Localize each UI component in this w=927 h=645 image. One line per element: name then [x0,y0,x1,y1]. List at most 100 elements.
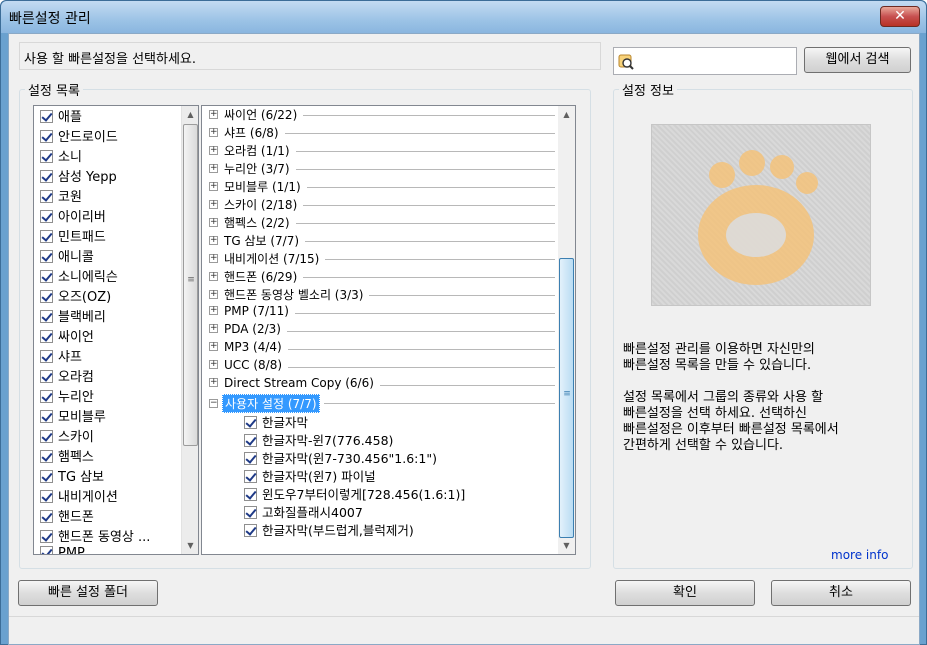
group-list-scrollbar[interactable]: ▲ ≡ ▼ [181,106,198,554]
expand-icon[interactable]: + [209,218,218,227]
expand-icon[interactable]: + [209,146,218,155]
checkbox-checked[interactable] [40,230,53,243]
group-checklist-item[interactable]: 오즈(OZ) [34,286,198,306]
cancel-button[interactable]: 취소 [771,580,911,606]
checkbox-checked[interactable] [40,110,53,123]
checkbox-checked[interactable] [40,510,53,523]
close-button[interactable]: ✕ [880,6,920,27]
group-checklist-item[interactable]: 애플 [34,106,198,126]
expand-icon[interactable]: + [209,200,218,209]
checkbox-checked[interactable] [40,190,53,203]
tree-scroll-down-arrow[interactable]: ▼ [558,537,575,554]
checkbox-checked[interactable] [244,488,257,501]
expand-icon[interactable]: + [209,360,218,369]
scroll-thumb[interactable]: ≡ [183,124,198,446]
tree-node[interactable]: + 모비블루 (1/1) [202,178,575,196]
group-checklist-item[interactable]: 샤프 [34,346,198,366]
checkbox-checked[interactable] [40,470,53,483]
search-box[interactable] [613,47,797,75]
checkbox-checked[interactable] [40,130,53,143]
tree-node[interactable]: + PDA (2/3) [202,322,575,340]
group-checklist-item[interactable]: 블랙베리 [34,306,198,326]
group-checklist-item[interactable]: 스카이 [34,426,198,446]
tree-node[interactable]: + 누리안 (3/7) [202,160,575,178]
tree-node[interactable]: + TG 삼보 (7/7) [202,232,575,250]
tree-node[interactable]: + 스카이 (2/18) [202,196,575,214]
expand-icon[interactable]: + [209,182,218,191]
group-checklist-item[interactable]: 애니콜 [34,246,198,266]
search-input[interactable] [638,51,794,71]
group-checklist-item[interactable]: PMP [34,546,198,554]
checkbox-checked[interactable] [40,430,53,443]
expand-icon[interactable]: + [209,342,218,351]
expand-icon[interactable]: + [209,324,218,333]
expand-icon[interactable]: + [209,306,218,315]
checkbox-checked[interactable] [244,470,257,483]
checkbox-checked[interactable] [40,450,53,463]
scroll-up-arrow[interactable]: ▲ [182,106,198,123]
expand-icon[interactable]: + [209,164,218,173]
tree-node[interactable]: + 핸드폰 (6/29) [202,268,575,286]
group-checklist-item[interactable]: 햄펙스 [34,446,198,466]
group-checklist-item[interactable]: 싸이언 [34,326,198,346]
checkbox-checked[interactable] [40,530,53,543]
group-checklist-item[interactable]: 핸드폰 동영상 ... [34,526,198,546]
tree-child-item[interactable]: 한글자막(부드럽게,블럭제거) [202,520,575,538]
group-checklist-item[interactable]: 안드로이드 [34,126,198,146]
checkbox-checked[interactable] [244,506,257,519]
tree-scrollbar[interactable]: ▲ ≡ ▼ [558,106,575,554]
group-checklist-item[interactable]: 모비블루 [34,406,198,426]
checkbox-checked[interactable] [40,390,53,403]
checkbox-checked[interactable] [40,490,53,503]
checkbox-checked[interactable] [40,290,53,303]
group-checklist-item[interactable]: 누리안 [34,386,198,406]
tree-child-item[interactable]: 한글자막 [202,412,575,430]
checkbox-checked[interactable] [244,416,257,429]
expand-icon[interactable]: + [209,290,218,299]
checkbox-checked[interactable] [40,270,53,283]
group-checklist-item[interactable]: 민트패드 [34,226,198,246]
tree-child-item[interactable]: 고화질플래시4007 [202,502,575,520]
tree-node[interactable]: + 햄펙스 (2/2) [202,214,575,232]
checkbox-checked[interactable] [40,350,53,363]
checkbox-checked[interactable] [40,150,53,163]
tree-node[interactable]: + 내비게이션 (7/15) [202,250,575,268]
group-checklist-item[interactable]: TG 삼보 [34,466,198,486]
web-search-button[interactable]: 웹에서 검색 [804,47,911,73]
checkbox-checked[interactable] [40,546,53,554]
tree-node[interactable]: − 사용자 설정 (7/7) [202,394,575,413]
expand-icon[interactable]: + [209,378,218,387]
quick-settings-folder-button[interactable]: 빠른 설정 폴더 [18,580,158,606]
tree-node[interactable]: + 샤프 (6/8) [202,124,575,142]
tree-node[interactable]: + PMP (7/11) [202,304,575,322]
tree-scroll-up-arrow[interactable]: ▲ [558,106,575,123]
checkbox-checked[interactable] [40,330,53,343]
checkbox-checked[interactable] [244,452,257,465]
tree-node[interactable]: + UCC (8/8) [202,358,575,376]
scroll-down-arrow[interactable]: ▼ [182,537,198,554]
checkbox-checked[interactable] [40,410,53,423]
checkbox-checked[interactable] [244,434,257,447]
tree-node[interactable]: + 싸이언 (6/22) [202,106,575,124]
group-checklist-item[interactable]: 코원 [34,186,198,206]
group-checklist-item[interactable]: 삼성 Yepp [34,166,198,186]
group-checklist-item[interactable]: 오라컴 [34,366,198,386]
title-bar[interactable]: 빠른설정 관리 ✕ [1,1,926,33]
collapse-icon[interactable]: − [209,399,218,408]
ok-button[interactable]: 확인 [615,580,755,606]
tree-child-item[interactable]: 윈도우7부터이렇게[728.456(1.6:1)] [202,484,575,502]
group-checklist-item[interactable]: 소니 [34,146,198,166]
tree-child-item[interactable]: 한글자막-윈7(776.458) [202,430,575,448]
checkbox-checked[interactable] [40,250,53,263]
expand-icon[interactable]: + [209,110,218,119]
expand-icon[interactable]: + [209,254,218,263]
group-checklist-item[interactable]: 아이리버 [34,206,198,226]
checkbox-checked[interactable] [40,170,53,183]
checkbox-checked[interactable] [40,370,53,383]
tree-node[interactable]: + 핸드폰 동영상 벨소리 (3/3) [202,286,575,304]
checkbox-checked[interactable] [244,524,257,537]
expand-icon[interactable]: + [209,128,218,137]
tree-node[interactable]: + MP3 (4/4) [202,340,575,358]
checkbox-checked[interactable] [40,310,53,323]
tree-node[interactable]: + Direct Stream Copy (6/6) [202,376,575,394]
